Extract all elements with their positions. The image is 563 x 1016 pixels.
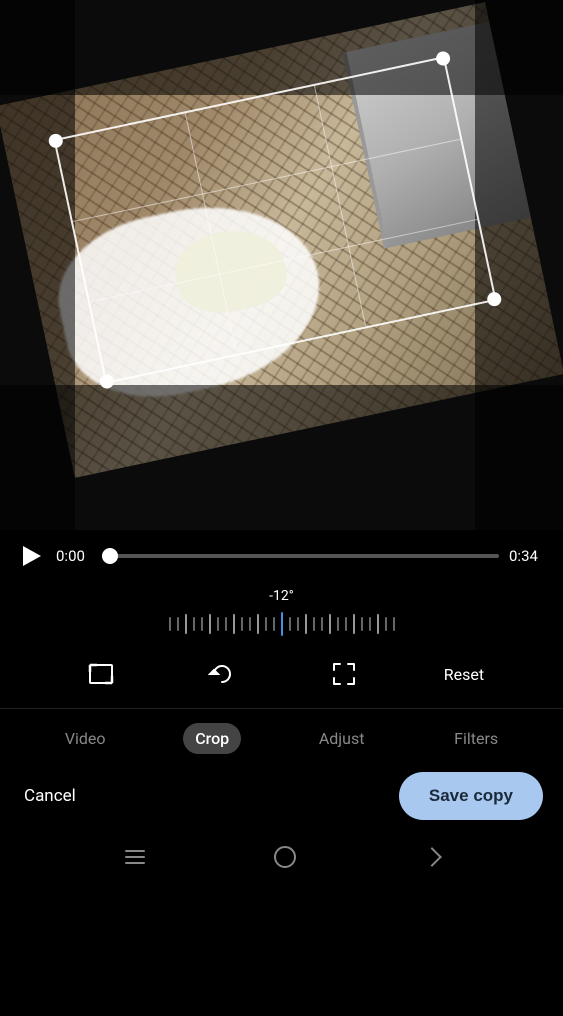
tick (265, 617, 267, 631)
back-icon (422, 847, 442, 867)
fullscreen-icon (330, 660, 358, 688)
preview-area (0, 0, 563, 530)
tick-center (281, 612, 283, 636)
tick (185, 614, 187, 634)
grid-h1 (73, 139, 461, 222)
play-button[interactable] (18, 542, 46, 570)
tick (345, 617, 347, 631)
tick (177, 617, 179, 631)
aspect-ratio-button[interactable] (79, 652, 123, 696)
tick (361, 617, 363, 631)
tick (233, 614, 235, 634)
rotate-button[interactable] (200, 652, 244, 696)
tick (369, 617, 371, 631)
tick (193, 617, 195, 631)
tick (313, 617, 315, 631)
cancel-button[interactable]: Cancel (20, 778, 80, 814)
tick (225, 617, 227, 631)
tab-adjust[interactable]: Adjust (307, 723, 377, 754)
tick (249, 617, 251, 631)
tick (273, 617, 275, 631)
action-row: Cancel Save copy (0, 762, 563, 834)
tools-row: Reset (0, 640, 563, 708)
home-icon (274, 846, 296, 868)
nav-home-button[interactable] (274, 846, 296, 868)
tick (217, 617, 219, 631)
angle-value: -12° (269, 588, 294, 604)
tick (321, 617, 323, 631)
tick (289, 617, 291, 631)
play-icon (23, 546, 41, 566)
tab-crop[interactable]: Crop (183, 723, 241, 754)
fullscreen-button[interactable] (322, 652, 366, 696)
angle-slider[interactable] (0, 610, 563, 638)
tab-filters[interactable]: Filters (442, 723, 510, 754)
tick (377, 614, 379, 634)
tick (305, 614, 307, 634)
aspect-ratio-icon (87, 660, 115, 688)
grid-h2 (90, 219, 478, 302)
tab-bar: Video Crop Adjust Filters (0, 709, 563, 762)
system-nav-bar (0, 834, 563, 884)
tick (297, 617, 299, 631)
tick (393, 617, 395, 631)
grid-v1 (185, 113, 237, 354)
playback-row: 0:00 0:34 (0, 530, 563, 582)
nav-back-button[interactable] (425, 850, 439, 864)
scrubber-thumb[interactable] (102, 548, 118, 564)
tick (201, 617, 203, 631)
tick (241, 617, 243, 631)
tick-marks (169, 612, 395, 636)
menu-icon (125, 850, 145, 864)
save-copy-button[interactable]: Save copy (399, 772, 543, 820)
current-time: 0:00 (56, 547, 92, 565)
tick (257, 614, 259, 634)
tick (209, 614, 211, 634)
tick (385, 617, 387, 631)
angle-row: -12° (0, 582, 563, 640)
nav-menu-button[interactable] (125, 850, 145, 864)
tick (169, 617, 171, 631)
rotate-icon (208, 660, 236, 688)
reset-button[interactable]: Reset (444, 665, 484, 684)
tick (353, 614, 355, 634)
tick (337, 617, 339, 631)
scrubber-track[interactable] (102, 554, 499, 558)
tick (329, 614, 331, 634)
tab-video[interactable]: Video (53, 723, 118, 754)
dim-left (0, 0, 75, 530)
grid-v2 (314, 86, 366, 327)
total-time: 0:34 (509, 547, 545, 565)
